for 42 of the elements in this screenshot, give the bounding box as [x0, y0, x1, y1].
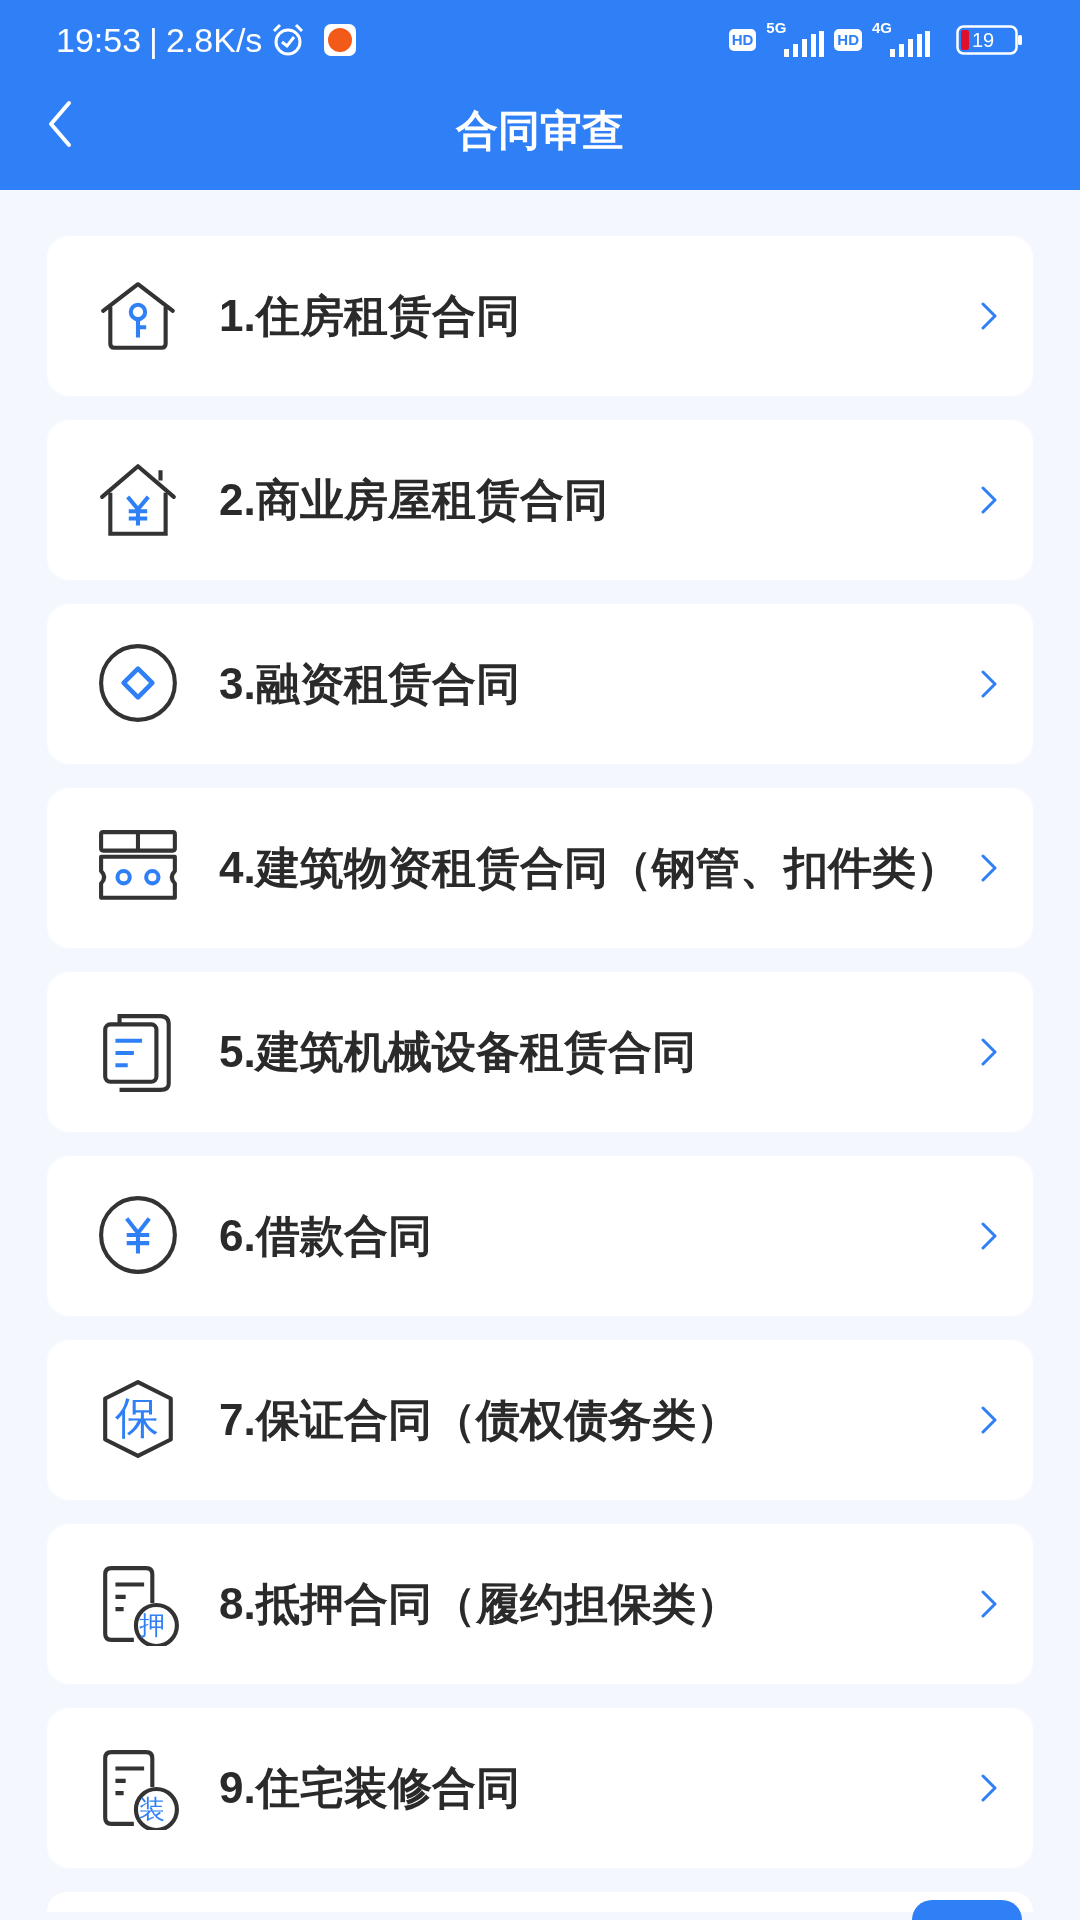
- chevron-right-icon: [981, 1774, 997, 1802]
- clock-time: 19:53: [56, 19, 142, 61]
- chevron-right-icon: [981, 302, 997, 330]
- battery-percent: 19: [972, 29, 995, 51]
- item-label: 7.保证合同（债权债务类）: [219, 1394, 741, 1446]
- icon-character: 装: [139, 1794, 165, 1824]
- hd-badge: HD: [834, 29, 862, 51]
- item-label: 3.融资租赁合同: [219, 658, 521, 710]
- chevron-right-icon: [981, 1038, 997, 1066]
- item-label: 9.住宅装修合同: [219, 1762, 521, 1814]
- contract-item[interactable]: 押 8.抵押合同（履约担保类）: [47, 1524, 1033, 1684]
- network-speed: 2.8K/s: [165, 19, 263, 61]
- chevron-right-icon: [981, 854, 997, 882]
- item-label: 4.建筑物资租赁合同（钢管、扣件类）: [219, 842, 961, 894]
- contract-item[interactable]: 1.住房租赁合同: [47, 236, 1033, 396]
- separator-text: |: [149, 19, 158, 61]
- hd-badge: HD: [728, 29, 757, 51]
- contract-item[interactable]: 2.商业房屋租赁合同: [47, 420, 1033, 580]
- item-label: 6.借款合同: [219, 1210, 433, 1262]
- contract-item[interactable]: 装 9.住宅装修合同: [47, 1708, 1033, 1868]
- icon-character: 押: [139, 1610, 165, 1640]
- item-label: 8.抵押合同（履约担保类）: [219, 1578, 741, 1630]
- chevron-right-icon: [981, 486, 997, 514]
- chevron-right-icon: [981, 1222, 997, 1250]
- contract-item[interactable]: 3.融资租赁合同: [47, 604, 1033, 764]
- contract-item[interactable]: 4.建筑物资租赁合同（钢管、扣件类）: [47, 788, 1033, 948]
- contract-item[interactable]: 5.建筑机械设备租赁合同: [47, 972, 1033, 1132]
- contract-item[interactable]: 6.借款合同: [47, 1156, 1033, 1316]
- item-label: 2.商业房屋租赁合同: [219, 474, 609, 526]
- page-title: 合同审查: [456, 105, 624, 156]
- icon-character: 保: [115, 1393, 159, 1443]
- item-label: 1.住房租赁合同: [219, 290, 521, 342]
- item-label: 5.建筑机械设备租赁合同: [219, 1026, 697, 1078]
- network-type: 5G: [766, 18, 787, 38]
- network-type: 4G: [872, 18, 892, 38]
- chevron-right-icon: [981, 1590, 997, 1618]
- chevron-right-icon: [981, 1406, 997, 1434]
- app-notification-icon: [324, 24, 357, 56]
- battery-icon: [956, 25, 1024, 55]
- contract-item[interactable]: 保 7.保证合同（债权债务类）: [47, 1340, 1033, 1500]
- fab-button[interactable]: [912, 1900, 1022, 1920]
- chevron-right-icon: [981, 670, 997, 698]
